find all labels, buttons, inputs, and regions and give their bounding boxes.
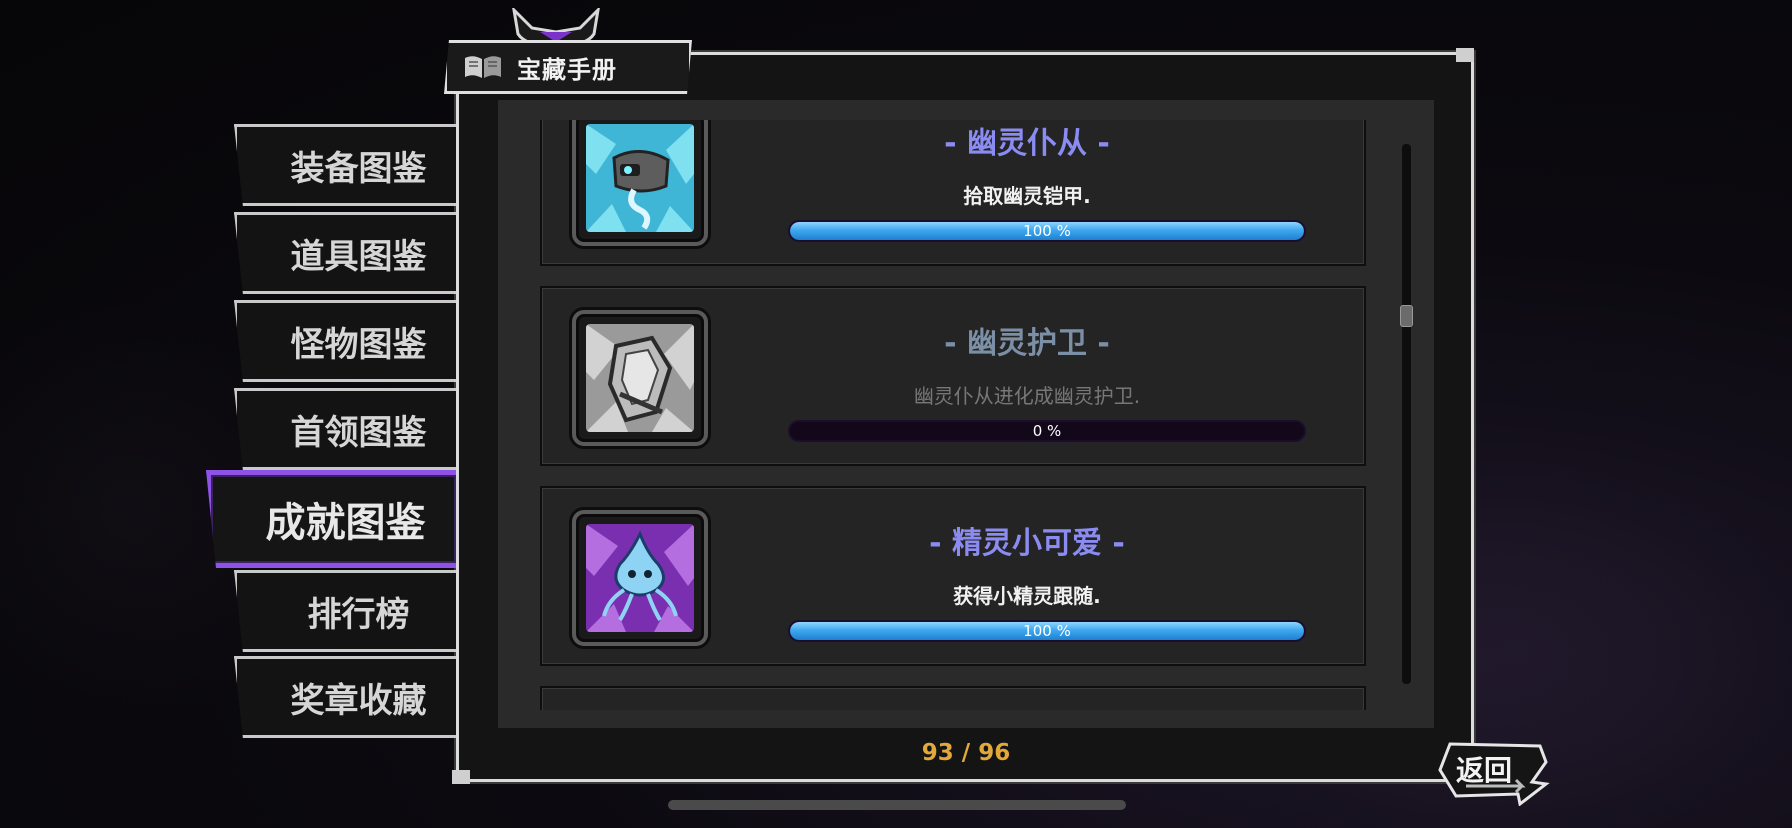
tab-medals[interactable]: 奖章收藏	[234, 656, 456, 738]
ghost-guard-icon	[586, 324, 694, 432]
title-plate: 宝藏手册	[444, 40, 692, 94]
progress-text: 100 %	[1023, 222, 1071, 240]
tab-monsters[interactable]: 怪物图鉴	[234, 300, 456, 382]
progress-bar: 100 %	[788, 220, 1306, 242]
achievement-card	[540, 686, 1366, 710]
achievement-title: - 幽灵仆从 -	[944, 126, 1110, 161]
home-indicator	[668, 800, 1126, 810]
window-title: 宝藏手册	[517, 55, 617, 84]
ghost-armor-icon	[586, 124, 694, 232]
scrollbar-thumb[interactable]	[1400, 305, 1413, 327]
achievement-description: 幽灵仆从进化成幽灵护卫.	[913, 384, 1141, 408]
list-scrollbar[interactable]	[1400, 144, 1413, 684]
wisp-spirit-icon	[586, 524, 694, 632]
achievement-list[interactable]: - 幽灵仆从 - 拾取幽灵铠甲. 100 % - 幽灵护卫 - 幽灵仆从进化成幽…	[540, 120, 1366, 710]
achievement-card: - 精灵小可爱 - 获得小精灵跟随. 100 %	[540, 486, 1366, 666]
achievement-count: 93 / 96	[921, 740, 1011, 766]
frame-corner	[1456, 48, 1474, 62]
tab-leaderboard[interactable]: 排行榜	[234, 570, 456, 652]
tab-items[interactable]: 道具图鉴	[234, 212, 456, 294]
back-button-label: 返回	[1456, 754, 1513, 787]
achievement-title: - 精灵小可爱 -	[929, 526, 1125, 561]
progress-bar: 0 %	[788, 420, 1306, 442]
back-button[interactable]: 返回	[1436, 740, 1550, 807]
achievement-icon-frame	[572, 310, 708, 446]
achievement-icon-frame	[572, 510, 708, 646]
progress-text: 0 %	[1032, 422, 1062, 440]
progress-text: 100 %	[1023, 622, 1071, 640]
tab-equipment[interactable]: 装备图鉴	[234, 124, 456, 206]
achievement-icon-frame	[572, 120, 708, 246]
achievement-description: 拾取幽灵铠甲.	[963, 184, 1091, 208]
tab-bosses[interactable]: 首领图鉴	[234, 388, 456, 470]
achievement-card: - 幽灵仆从 - 拾取幽灵铠甲. 100 %	[540, 120, 1366, 266]
achievement-description: 获得小精灵跟随.	[953, 584, 1101, 608]
achievement-card: - 幽灵护卫 - 幽灵仆从进化成幽灵护卫. 0 %	[540, 286, 1366, 466]
progress-bar: 100 %	[788, 620, 1306, 642]
tab-achievements[interactable]: 成就图鉴	[206, 470, 456, 568]
frame-corner	[452, 770, 470, 784]
book-icon	[465, 56, 501, 78]
achievement-title: - 幽灵护卫 -	[944, 326, 1110, 361]
